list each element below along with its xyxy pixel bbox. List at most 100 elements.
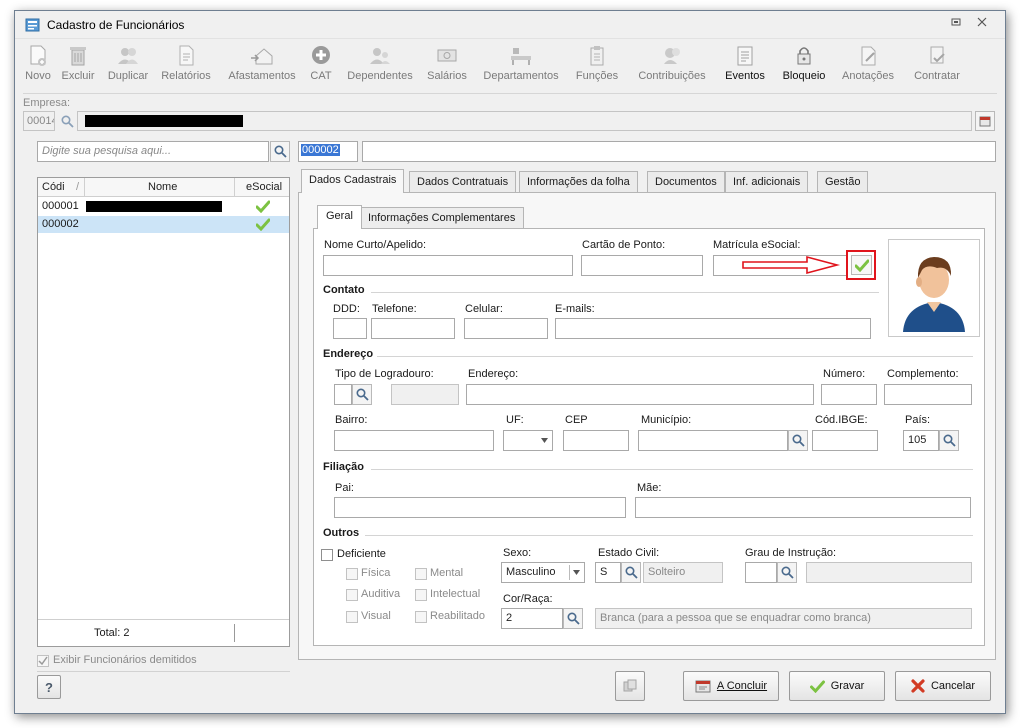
tipo-logradouro-search-button[interactable] bbox=[352, 384, 372, 405]
column-header-name[interactable]: Nome bbox=[148, 181, 177, 193]
empresa-search-button[interactable] bbox=[57, 112, 77, 131]
complemento-field[interactable] bbox=[884, 384, 972, 405]
toolbar-label: Excluir bbox=[61, 70, 95, 82]
copy-button[interactable] bbox=[615, 671, 645, 701]
pais-search-button[interactable] bbox=[939, 430, 959, 451]
grau-instrucao-label: Grau de Instrução: bbox=[745, 547, 837, 559]
search-button[interactable] bbox=[270, 141, 290, 162]
subtab-informacoes-complementares[interactable]: Informações Complementares bbox=[359, 207, 525, 229]
toolbar-salarios[interactable]: Salários bbox=[425, 44, 469, 82]
visual-checkbox[interactable] bbox=[346, 611, 358, 623]
column-header-esocial[interactable]: eSocial bbox=[246, 181, 282, 193]
tipo-logradouro-desc-field bbox=[391, 384, 459, 405]
toolbar-relatorios[interactable]: Relatórios bbox=[159, 44, 213, 82]
empresa-code-field[interactable]: 00014 bbox=[23, 111, 55, 131]
cancelar-button[interactable]: Cancelar bbox=[895, 671, 991, 701]
employee-photo[interactable] bbox=[888, 239, 980, 337]
ddd-field[interactable] bbox=[333, 318, 367, 339]
mental-checkbox[interactable] bbox=[415, 568, 427, 580]
toolbar-label: Eventos bbox=[725, 70, 765, 82]
bairro-field[interactable] bbox=[334, 430, 494, 451]
table-row[interactable]: 000001 bbox=[38, 198, 289, 215]
municipio-search-button[interactable] bbox=[788, 430, 808, 451]
help-button[interactable]: ? bbox=[37, 675, 61, 699]
pai-field[interactable] bbox=[334, 497, 626, 518]
auditiva-checkbox[interactable] bbox=[346, 589, 358, 601]
cartao-ponto-field[interactable] bbox=[581, 255, 703, 276]
toolbar-duplicar[interactable]: Duplicar bbox=[105, 44, 151, 82]
fisica-checkbox[interactable] bbox=[346, 568, 358, 580]
subtab-geral[interactable]: Geral bbox=[317, 205, 362, 229]
restore-button[interactable] bbox=[947, 16, 965, 32]
municipio-field[interactable] bbox=[638, 430, 788, 451]
empresa-options-button[interactable] bbox=[975, 111, 995, 131]
toolbar-contribuicoes[interactable]: Contribuições bbox=[633, 44, 711, 82]
reabilitado-checkbox[interactable] bbox=[415, 611, 427, 623]
concluir-button[interactable]: A Concluir bbox=[683, 671, 779, 701]
cor-raca-code-field[interactable]: 2 bbox=[501, 608, 563, 629]
tipo-logradouro-label: Tipo de Logradouro: bbox=[335, 368, 434, 380]
emails-field[interactable] bbox=[555, 318, 871, 339]
mae-field[interactable] bbox=[635, 497, 971, 518]
intelectual-checkbox[interactable] bbox=[415, 589, 427, 601]
money-icon bbox=[437, 49, 457, 62]
search-icon bbox=[566, 612, 580, 625]
toolbar-label: Contribuições bbox=[638, 70, 706, 82]
celular-field[interactable] bbox=[464, 318, 548, 339]
toolbar-departamentos[interactable]: Departamentos bbox=[479, 44, 563, 82]
tab-informacoes-folha[interactable]: Informações da folha bbox=[519, 171, 638, 193]
search-input[interactable]: Digite sua pesquisa aqui... bbox=[37, 141, 269, 162]
telefone-field[interactable] bbox=[371, 318, 455, 339]
pais-field[interactable]: 105 bbox=[903, 430, 939, 451]
toolbar-dependentes[interactable]: Dependentes bbox=[345, 44, 415, 82]
estado-civil-code-field[interactable]: S bbox=[595, 562, 621, 583]
tipo-logradouro-field[interactable] bbox=[334, 384, 352, 405]
show-dismissed-checkbox[interactable] bbox=[37, 655, 49, 667]
estado-civil-search-button[interactable] bbox=[621, 562, 641, 583]
table-row[interactable]: 000002 bbox=[38, 216, 289, 233]
cor-raca-search-button[interactable] bbox=[563, 608, 583, 629]
grau-instrucao-code-field[interactable] bbox=[745, 562, 777, 583]
toolbar-excluir[interactable]: Excluir bbox=[59, 44, 97, 82]
gravar-button[interactable]: Gravar bbox=[789, 671, 885, 701]
sexo-select[interactable]: Masculino bbox=[501, 562, 585, 583]
tab-inf-adicionais[interactable]: Inf. adicionais bbox=[725, 171, 809, 193]
intelectual-label: Intelectual bbox=[430, 588, 481, 600]
uf-select[interactable] bbox=[503, 430, 553, 451]
cod-ibge-field[interactable] bbox=[812, 430, 878, 451]
numero-field[interactable] bbox=[821, 384, 877, 405]
deficiente-checkbox[interactable] bbox=[321, 549, 333, 561]
toolbar-cat[interactable]: CAT bbox=[307, 44, 335, 82]
toolbar-novo[interactable]: Novo bbox=[23, 44, 53, 82]
column-header-code[interactable]: Códi bbox=[42, 181, 65, 193]
tab-dados-contratuais[interactable]: Dados Contratuais bbox=[409, 171, 517, 193]
show-dismissed-label: Exibir Funcionários demitidos bbox=[53, 654, 197, 666]
toolbar-afastamentos[interactable]: Afastamentos bbox=[227, 44, 297, 82]
selected-code-field[interactable]: 000002 bbox=[298, 141, 358, 162]
toolbar-anotacoes[interactable]: Anotações bbox=[839, 44, 897, 82]
gravar-label: Gravar bbox=[830, 680, 865, 692]
tab-dados-cadastrais[interactable]: Dados Cadastrais bbox=[301, 169, 405, 193]
toolbar-bloqueio[interactable]: Bloqueio bbox=[779, 44, 829, 82]
close-button[interactable] bbox=[973, 16, 991, 32]
section-divider bbox=[365, 535, 973, 536]
toolbar-funcoes[interactable]: Funções bbox=[573, 44, 621, 82]
toolbar-eventos[interactable]: Eventos bbox=[723, 44, 767, 82]
cancel-x-icon bbox=[911, 679, 925, 693]
cep-field[interactable] bbox=[563, 430, 629, 451]
copy-icon bbox=[623, 679, 637, 692]
tab-documentos[interactable]: Documentos bbox=[647, 171, 725, 193]
nome-curto-field[interactable] bbox=[323, 255, 573, 276]
search-icon bbox=[780, 566, 794, 579]
toolbar-contratar[interactable]: Contratar bbox=[909, 44, 965, 82]
tab-label: Dados Cadastrais bbox=[309, 174, 397, 186]
calendar-icon bbox=[979, 116, 991, 127]
bairro-label: Bairro: bbox=[335, 414, 368, 426]
endereco-field[interactable] bbox=[466, 384, 814, 405]
grau-instrucao-search-button[interactable] bbox=[777, 562, 797, 583]
esocial-validate-button[interactable] bbox=[851, 255, 872, 275]
trash-icon bbox=[70, 47, 86, 66]
tab-label: Documentos bbox=[655, 176, 717, 188]
selected-name-field[interactable] bbox=[362, 141, 996, 162]
tab-gestao[interactable]: Gestão bbox=[817, 171, 869, 193]
